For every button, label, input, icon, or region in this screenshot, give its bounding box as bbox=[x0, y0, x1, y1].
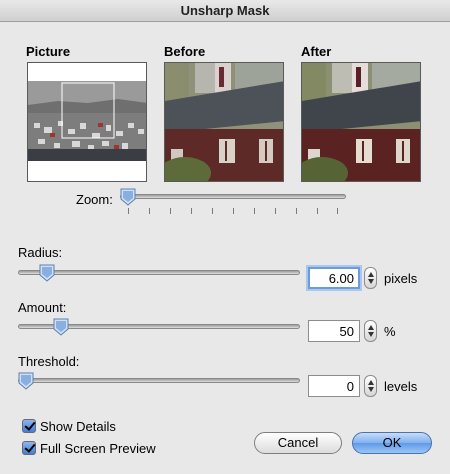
show-details-option[interactable]: Show Details bbox=[22, 418, 116, 434]
radius-slider[interactable] bbox=[18, 264, 300, 294]
threshold-track[interactable] bbox=[18, 378, 300, 383]
threshold-thumb[interactable] bbox=[18, 372, 34, 390]
show-details-label: Show Details bbox=[40, 418, 116, 434]
threshold-label: Threshold: bbox=[18, 354, 80, 369]
amount-decrement-icon[interactable] bbox=[368, 332, 374, 337]
radius-value-field[interactable]: 6.00 bbox=[308, 267, 360, 289]
amount-label: Amount: bbox=[18, 300, 67, 315]
amount-increment-icon[interactable] bbox=[368, 325, 374, 330]
amount-thumb[interactable] bbox=[53, 318, 69, 336]
threshold-slider[interactable] bbox=[18, 372, 300, 402]
radius-increment-icon[interactable] bbox=[368, 272, 374, 277]
threshold-unit: levels bbox=[384, 379, 418, 394]
zoom-slider[interactable] bbox=[120, 188, 346, 218]
after-label: After bbox=[301, 44, 332, 59]
threshold-value-field[interactable]: 0 bbox=[308, 375, 360, 397]
zoom-thumb[interactable] bbox=[120, 188, 136, 206]
threshold-decrement-icon[interactable] bbox=[368, 387, 374, 392]
full-screen-preview-checkbox[interactable] bbox=[22, 441, 36, 455]
radius-stepper[interactable] bbox=[364, 267, 377, 289]
amount-value-field[interactable]: 50 bbox=[308, 320, 360, 342]
zoom-track[interactable] bbox=[120, 194, 346, 199]
radius-label: Radius: bbox=[18, 245, 63, 260]
amount-unit: % bbox=[384, 324, 396, 339]
before-preview[interactable] bbox=[164, 62, 284, 182]
picture-thumbnail[interactable] bbox=[27, 62, 147, 182]
amount-slider[interactable] bbox=[18, 318, 300, 348]
zoom-ticks bbox=[128, 208, 338, 216]
ok-button[interactable]: OK bbox=[352, 432, 432, 454]
picture-label: Picture bbox=[26, 44, 71, 59]
cancel-button[interactable]: Cancel bbox=[254, 432, 342, 454]
window-title: Unsharp Mask bbox=[0, 0, 450, 22]
show-details-checkbox[interactable] bbox=[22, 419, 36, 433]
radius-thumb[interactable] bbox=[39, 264, 55, 282]
before-label: Before bbox=[164, 44, 206, 59]
threshold-stepper[interactable] bbox=[364, 375, 377, 397]
threshold-increment-icon[interactable] bbox=[368, 380, 374, 385]
radius-unit: pixels bbox=[384, 271, 418, 286]
radius-decrement-icon[interactable] bbox=[368, 279, 374, 284]
unsharp-mask-dialog: Picture Before After Zoom: Radius: 6.00 … bbox=[0, 22, 450, 474]
amount-stepper[interactable] bbox=[364, 320, 377, 342]
full-screen-preview-label: Full Screen Preview bbox=[40, 440, 156, 456]
zoom-label: Zoom: bbox=[76, 192, 113, 207]
full-screen-preview-option[interactable]: Full Screen Preview bbox=[22, 440, 156, 456]
radius-track[interactable] bbox=[18, 270, 300, 275]
after-preview[interactable] bbox=[301, 62, 421, 182]
